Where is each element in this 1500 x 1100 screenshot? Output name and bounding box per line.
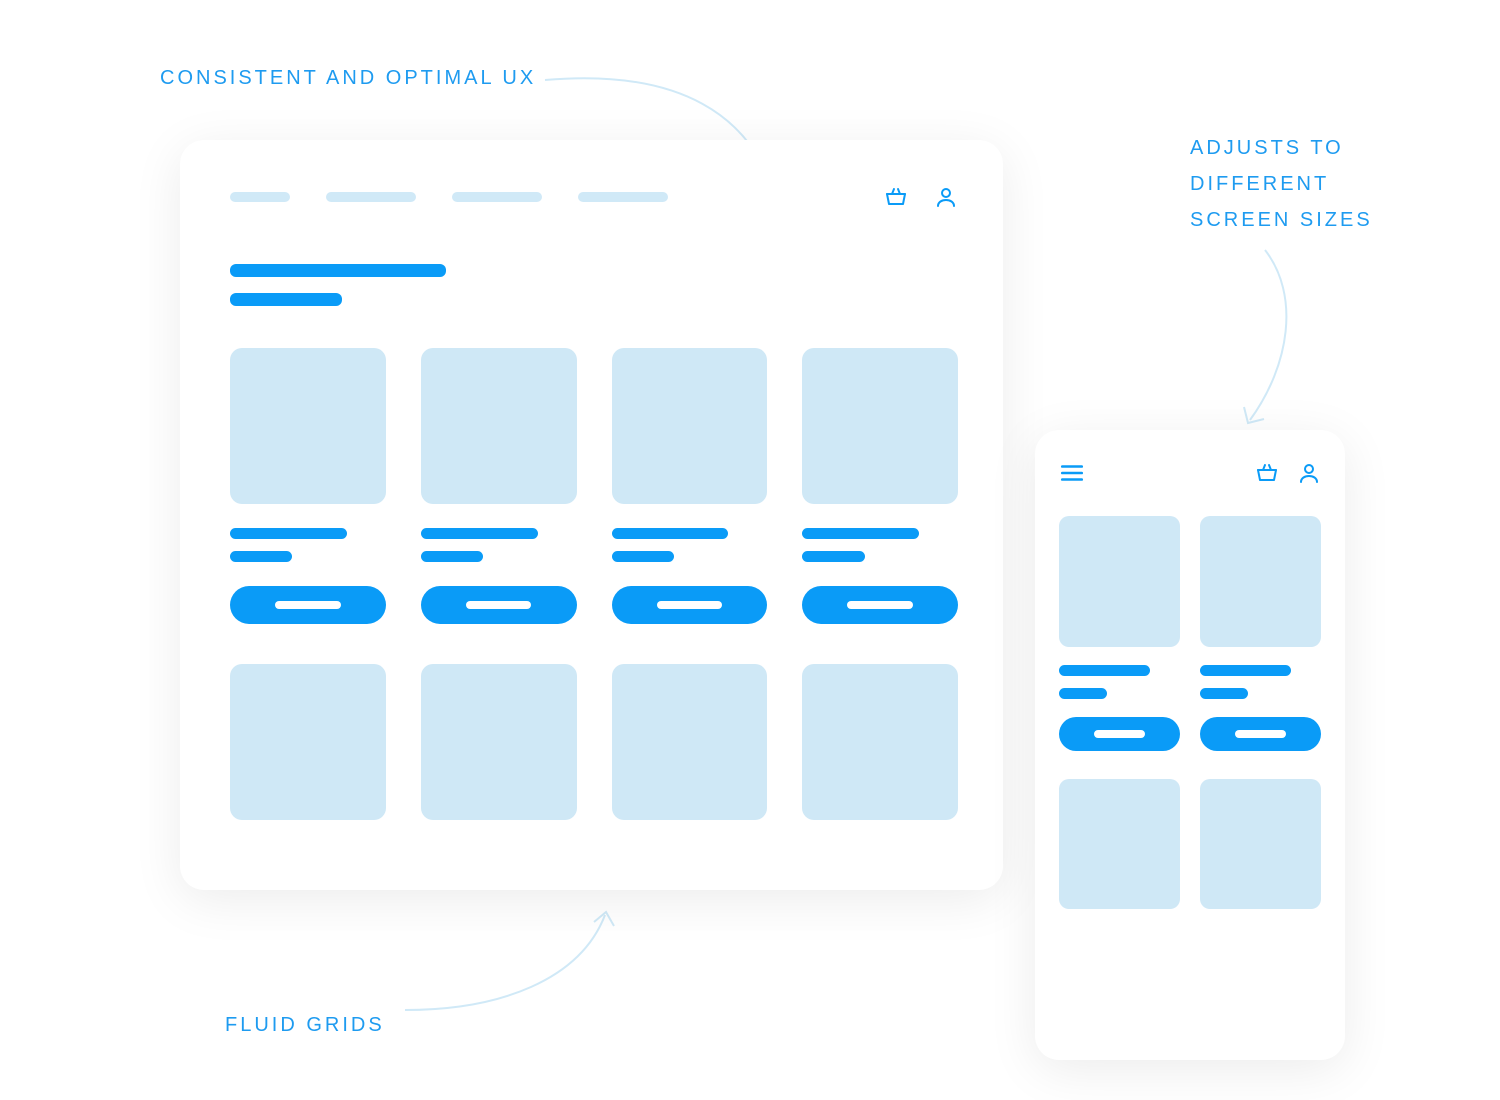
annotation-bottom: FLUID GRIDS: [225, 1007, 385, 1043]
add-button[interactable]: [230, 586, 386, 624]
user-icon[interactable]: [934, 185, 958, 209]
add-button[interactable]: [1200, 717, 1321, 751]
product-image: [230, 664, 386, 820]
product-card[interactable]: [1059, 516, 1180, 751]
add-button[interactable]: [612, 586, 768, 624]
product-title: [421, 528, 538, 539]
product-price: [612, 551, 674, 562]
annotation-top: CONSISTENT AND OPTIMAL UX: [160, 60, 536, 96]
product-price: [1059, 688, 1107, 699]
nav-link[interactable]: [452, 192, 542, 202]
product-price: [802, 551, 864, 562]
product-image: [1059, 516, 1180, 647]
arrow-bottom-icon: [400, 900, 620, 1020]
product-grid-desktop: [230, 348, 958, 820]
product-grid-mobile: [1059, 516, 1321, 909]
nav-link[interactable]: [578, 192, 668, 202]
basket-icon[interactable]: [884, 185, 908, 209]
product-image: [1200, 779, 1321, 910]
product-card[interactable]: [230, 664, 386, 820]
basket-icon[interactable]: [1255, 461, 1279, 485]
product-image: [802, 348, 958, 504]
product-image: [802, 664, 958, 820]
product-image: [1059, 779, 1180, 910]
product-card[interactable]: [802, 664, 958, 820]
mobile-mock: [1035, 430, 1345, 1060]
product-title: [802, 528, 919, 539]
arrow-right-icon: [1210, 245, 1310, 435]
product-price: [230, 551, 292, 562]
desktop-nav: [230, 185, 958, 209]
add-button[interactable]: [802, 586, 958, 624]
add-button[interactable]: [421, 586, 577, 624]
product-card[interactable]: [421, 348, 577, 624]
menu-icon[interactable]: [1059, 460, 1085, 486]
product-card[interactable]: [230, 348, 386, 624]
product-card[interactable]: [612, 348, 768, 624]
heading-line: [230, 264, 446, 277]
nav-link[interactable]: [230, 192, 290, 202]
product-price: [421, 551, 483, 562]
product-image: [612, 348, 768, 504]
product-card[interactable]: [1200, 779, 1321, 910]
product-card[interactable]: [1059, 779, 1180, 910]
page-heading: [230, 264, 958, 306]
annotation-right: ADJUSTS TO DIFFERENT SCREEN SIZES: [1190, 130, 1373, 238]
heading-line: [230, 293, 342, 306]
product-image: [612, 664, 768, 820]
mobile-nav: [1059, 460, 1321, 486]
product-title: [612, 528, 729, 539]
product-image: [1200, 516, 1321, 647]
product-title: [230, 528, 347, 539]
product-image: [230, 348, 386, 504]
product-title: [1059, 665, 1150, 676]
add-button[interactable]: [1059, 717, 1180, 751]
product-price: [1200, 688, 1248, 699]
nav-link[interactable]: [326, 192, 416, 202]
product-card[interactable]: [612, 664, 768, 820]
product-card[interactable]: [1200, 516, 1321, 751]
desktop-mock: [180, 140, 1003, 890]
user-icon[interactable]: [1297, 461, 1321, 485]
product-image: [421, 348, 577, 504]
product-title: [1200, 665, 1291, 676]
product-card[interactable]: [802, 348, 958, 624]
product-image: [421, 664, 577, 820]
product-card[interactable]: [421, 664, 577, 820]
